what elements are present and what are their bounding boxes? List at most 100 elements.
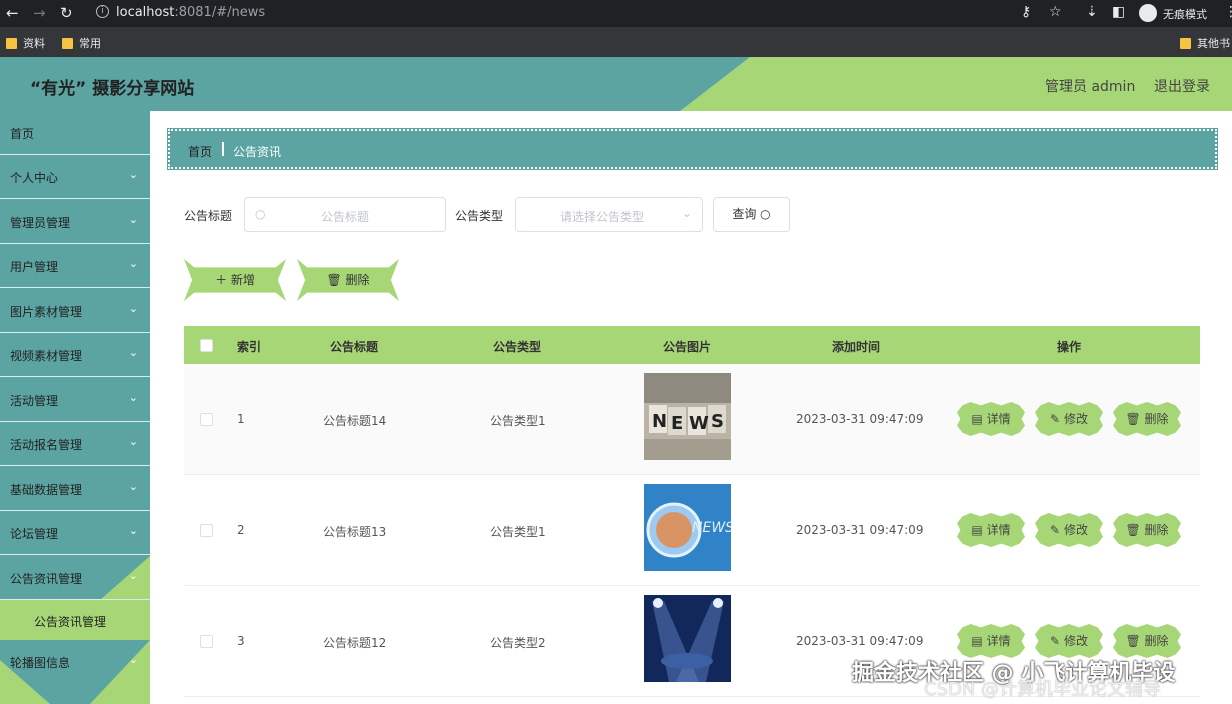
table-header: 索引 公告标题 公告类型 公告图片 添加时间 操作 [184, 326, 1200, 364]
breadcrumb: 首页 公告资讯 [167, 128, 1218, 170]
extension-icon[interactable]: ⇣ [1086, 4, 1098, 20]
breadcrumb-current: 公告资讯 [233, 145, 282, 159]
select-all-checkbox[interactable] [200, 339, 213, 352]
row-checkbox[interactable] [200, 635, 213, 648]
chevron-down-icon: ⌄ [128, 435, 138, 448]
bookmark-folder[interactable]: 资料 [6, 35, 45, 51]
sidebar: 首页 个人中心 ⌄ 管理员管理 ⌄ 用户管理 ⌄ 图片素材管理 ⌄ 视频素材管理 ⌄ 活动… [0, 111, 150, 704]
chevron-down-icon: ⌄ [128, 391, 138, 404]
sidebar-item-registrations[interactable]: 活动报名管理 ⌄ [0, 422, 150, 466]
chevron-down-icon: ⌄ [128, 524, 138, 537]
incognito-label[interactable]: 无痕模式 [1163, 6, 1207, 22]
search-icon: ○ [760, 207, 771, 221]
edit-button[interactable]: ✎ 修改 [1035, 624, 1103, 658]
detail-button[interactable]: ▤ 详情 [957, 624, 1025, 658]
edit-label: 修改 [1063, 523, 1088, 537]
trash-icon: 🗑 [1125, 412, 1141, 426]
svg-text:N: N [652, 411, 667, 432]
column-header: 操作 [1057, 340, 1082, 354]
sidebar-item-basic-data[interactable]: 基础数据管理 ⌄ [0, 467, 150, 511]
news-cubes-image: N E W S [644, 373, 731, 460]
menu-accent [101, 556, 150, 599]
chevron-down-icon: ⌄ [128, 480, 138, 493]
delete-label: 删除 [1144, 412, 1169, 426]
row-index: 3 [237, 634, 245, 648]
table-row: 2 公告标题13 公告类型1 NEWS 2023-03-31 09:47:09 … [184, 475, 1200, 586]
document-icon: ▤ [971, 412, 983, 426]
address-bar[interactable]: i localhost:8081/#/news [88, 2, 1008, 25]
reload-icon[interactable]: ↻ [60, 4, 73, 22]
row-index: 2 [237, 523, 245, 537]
sidebar-item-label: 基础数据管理 [10, 483, 83, 497]
sidebar-item-users[interactable]: 用户管理 ⌄ [0, 244, 150, 288]
key-icon[interactable]: ⚷ [1021, 4, 1031, 20]
trash-icon: 🗑 [1125, 634, 1141, 648]
document-icon: ▤ [971, 634, 983, 648]
delete-button[interactable]: 🗑 删除 [1113, 624, 1181, 658]
delete-label: 删除 [1144, 634, 1169, 648]
forward-icon[interactable]: → [33, 4, 46, 22]
main-content: 首页 公告资讯 公告标题 ○ 公告标题 公告类型 请选择公告类型 ⌄ 查询 ○ … [150, 111, 1232, 704]
chevron-down-icon: ⌄ [128, 168, 138, 181]
submenu-item-label: 公告资讯管理 [34, 615, 107, 629]
query-button[interactable]: 查询 ○ [713, 197, 790, 232]
batch-delete-button[interactable]: 🗑 删除 [297, 259, 399, 301]
sidebar-item-personal-center[interactable]: 个人中心 ⌄ [0, 155, 150, 199]
bookmark-folder[interactable]: 常用 [62, 35, 101, 51]
breadcrumb-home[interactable]: 首页 [188, 143, 212, 160]
plus-icon: ＋ [215, 273, 228, 287]
column-header: 添加时间 [832, 340, 881, 354]
row-checkbox[interactable] [200, 524, 213, 537]
menu-icon[interactable]: ⋮ [1224, 4, 1232, 20]
sidebar-item-label: 管理员管理 [10, 216, 71, 230]
sidebar-item-videos[interactable]: 视频素材管理 ⌄ [0, 333, 150, 377]
chevron-down-icon: ⌄ [128, 653, 138, 666]
title-search-input[interactable]: ○ 公告标题 [244, 197, 446, 232]
column-header: 公告图片 [663, 340, 712, 354]
row-time: 2023-03-31 09:47:09 [796, 523, 924, 537]
row-type: 公告类型2 [490, 636, 546, 650]
delete-button[interactable]: 🗑 删除 [1113, 513, 1181, 547]
star-icon[interactable]: ☆ [1049, 4, 1062, 20]
add-button[interactable]: ＋ 新增 [184, 259, 286, 301]
detail-button[interactable]: ▤ 详情 [957, 513, 1025, 547]
trash-icon: 🗑 [326, 273, 342, 287]
sidebar-item-carousel[interactable]: 轮播图信息 ⌄ [0, 640, 150, 704]
row-time: 2023-03-31 09:47:09 [796, 634, 924, 648]
detail-button[interactable]: ▤ 详情 [957, 402, 1025, 436]
column-header: 公告标题 [330, 340, 379, 354]
site-info-icon[interactable]: i [96, 5, 109, 18]
other-bookmarks[interactable]: 其他书 [1180, 35, 1230, 51]
document-icon: ▤ [971, 523, 983, 537]
sidebar-item-label: 用户管理 [10, 260, 59, 274]
row-checkbox[interactable] [200, 413, 213, 426]
sidebar-item-home[interactable]: 首页 [0, 111, 150, 155]
logout-link[interactable]: 退出登录 [1154, 76, 1210, 96]
sidebar-item-admin[interactable]: 管理员管理 ⌄ [0, 200, 150, 244]
url-host: localhost [116, 5, 175, 20]
site-title: “有光” 摄影分享网站 [30, 79, 195, 99]
delete-label: 删除 [345, 273, 370, 287]
sidebar-item-activities[interactable]: 活动管理 ⌄ [0, 378, 150, 422]
sidebar-item-forum[interactable]: 论坛管理 ⌄ [0, 511, 150, 555]
type-filter-label: 公告类型 [455, 209, 504, 223]
delete-button[interactable]: 🗑 删除 [1113, 402, 1181, 436]
sidebar-item-news[interactable]: 公告资讯管理 ⌄ [0, 556, 150, 600]
row-index: 1 [237, 412, 245, 426]
query-label: 查询 [732, 207, 757, 221]
svg-text:NEWS: NEWS [692, 520, 731, 536]
sidebar-item-images[interactable]: 图片素材管理 ⌄ [0, 289, 150, 333]
incognito-icon [1139, 4, 1157, 22]
submenu-item-news[interactable]: 公告资讯管理 [0, 600, 150, 640]
edit-button[interactable]: ✎ 修改 [1035, 402, 1103, 436]
chevron-up-icon: ⌄ [128, 569, 138, 582]
type-select[interactable]: 请选择公告类型 ⌄ [515, 197, 703, 232]
bookmark-label: 其他书 [1197, 37, 1230, 50]
edit-button[interactable]: ✎ 修改 [1035, 513, 1103, 547]
back-icon[interactable]: ← [6, 4, 19, 22]
menu-accent [0, 640, 150, 704]
chevron-down-icon: ⌄ [128, 302, 138, 315]
sidepanel-icon[interactable]: ◧ [1112, 4, 1125, 20]
chevron-down-icon: ⌄ [128, 346, 138, 359]
type-select-placeholder: 请选择公告类型 [560, 210, 645, 224]
